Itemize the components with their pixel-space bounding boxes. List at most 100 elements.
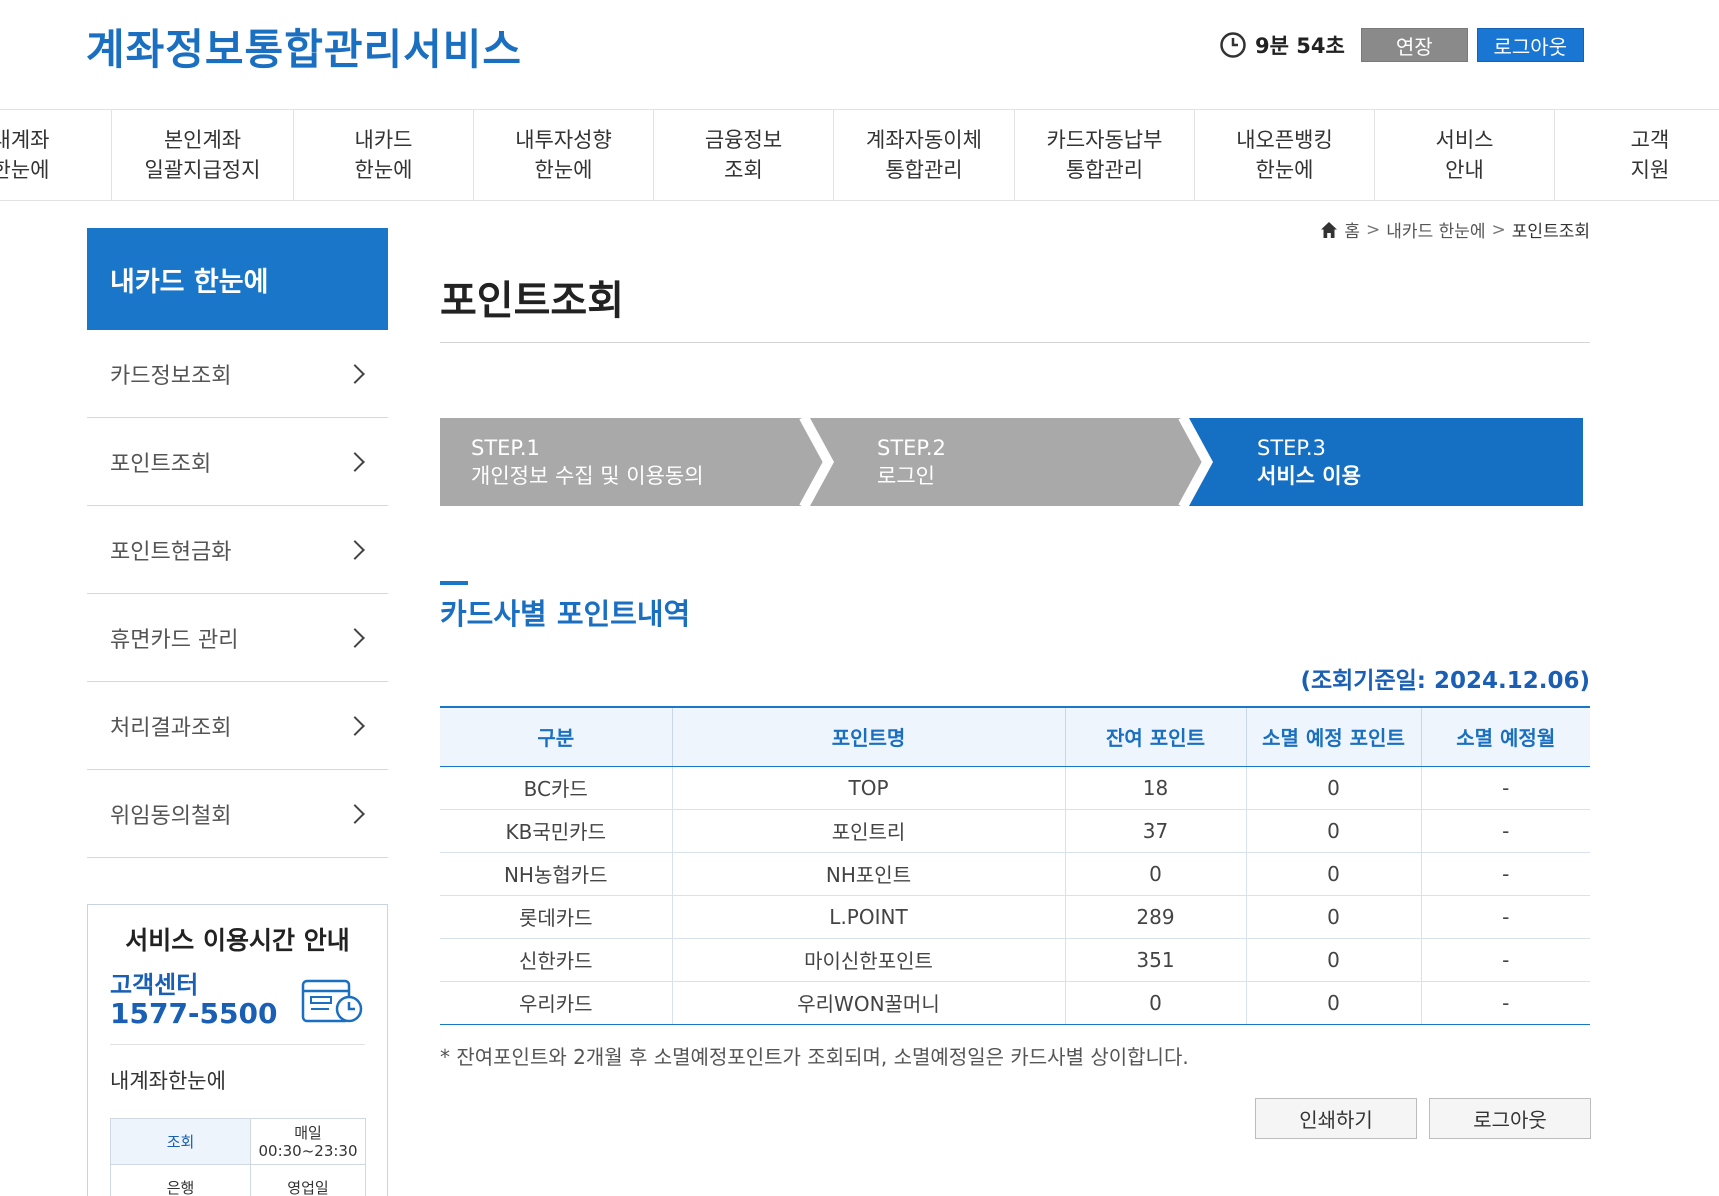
hours-value-query: 매일 00:30~23:30	[250, 1118, 366, 1165]
expiring-points: 0	[1246, 809, 1422, 853]
expiring-points: 0	[1246, 895, 1422, 939]
breadcrumb-separator: >	[1366, 219, 1381, 240]
service-hours-subtitle: 내계좌한눈에	[110, 1069, 226, 1093]
logout-button[interactable]: 로그아웃	[1476, 28, 1584, 62]
card-company: KB국민카드	[440, 809, 673, 853]
sidebar-item-label: 포인트현금화	[110, 539, 232, 565]
nav-financial-info[interactable]: 금융정보 조회	[654, 110, 834, 200]
chevron-right-icon	[345, 539, 365, 560]
sidebar-item-label: 포인트조회	[110, 451, 212, 477]
column-header: 소멸 예정월	[1421, 706, 1590, 767]
table-row: NH농협카드 NH포인트 0 0 -	[440, 852, 1590, 896]
remaining-points: 0	[1065, 981, 1247, 1025]
points-table: 구분 포인트명 잔여 포인트 소멸 예정 포인트 소멸 예정월 BC카드 TOP…	[440, 706, 1590, 1025]
sidebar-item-dormant-cards[interactable]: 휴면카드 관리	[87, 594, 388, 682]
sidebar-item-points-cash[interactable]: 포인트현금화	[87, 506, 388, 594]
point-name: 마이신한포인트	[672, 938, 1066, 982]
sidebar-item-card-info[interactable]: 카드정보조회	[87, 330, 388, 418]
logout-bottom-button[interactable]: 로그아웃	[1429, 1098, 1591, 1139]
step-3-label: 서비스 이용	[1257, 464, 1361, 488]
sidebar-item-label: 휴면카드 관리	[110, 627, 239, 653]
sidebar-title: 내카드 한눈에	[87, 228, 388, 330]
breadcrumb-current: 포인트조회	[1511, 222, 1590, 242]
step-2: STEP.2 로그인	[877, 434, 946, 490]
sidebar-menu: 카드정보조회 포인트조회 포인트현금화 휴면카드 관리 처리결과조회 위임동의철…	[87, 330, 388, 858]
expiring-points: 0	[1246, 766, 1422, 810]
nav-account-payment-stop[interactable]: 본인계좌 일괄지급정지	[112, 110, 294, 200]
column-header: 포인트명	[672, 706, 1066, 767]
step-3-shape	[1189, 418, 1583, 506]
step-2-number: STEP.2	[877, 436, 946, 460]
service-hours-title: 서비스 이용시간 안내	[125, 926, 350, 955]
remaining-points: 18	[1065, 766, 1247, 810]
card-company: BC카드	[440, 766, 673, 810]
nav-my-cards[interactable]: 내카드 한눈에	[294, 110, 474, 200]
sidebar-item-consent-withdraw[interactable]: 위임동의철회	[87, 770, 388, 858]
nav-my-accounts[interactable]: 내계좌 한눈에	[0, 110, 112, 200]
expiring-month: -	[1421, 809, 1590, 853]
breadcrumb: 홈 > 내카드 한눈에 > 포인트조회	[1320, 217, 1590, 242]
sidebar-item-label: 카드정보조회	[110, 363, 232, 389]
chevron-right-icon	[345, 451, 365, 472]
customer-center-phone[interactable]: 1577-5500	[110, 997, 277, 1030]
nav-customer-support[interactable]: 고객 지원	[1555, 110, 1719, 200]
breadcrumb-my-cards[interactable]: 내카드 한눈에	[1386, 217, 1485, 242]
table-row: BC카드 TOP 18 0 -	[440, 766, 1590, 810]
session-timer: 9분 54초	[1255, 34, 1345, 58]
page-title: 포인트조회	[440, 278, 624, 324]
extend-session-button[interactable]: 연장	[1360, 28, 1468, 62]
nav-card-auto-payment[interactable]: 카드자동납부 통합관리	[1015, 110, 1195, 200]
chevron-right-icon	[345, 803, 365, 824]
table-row: 신한카드 마이신한포인트 351 0 -	[440, 938, 1590, 982]
remaining-points: 289	[1065, 895, 1247, 939]
site-logo[interactable]: 계좌정보통합관리서비스	[86, 16, 522, 77]
nav-open-banking[interactable]: 내오픈뱅킹 한눈에	[1195, 110, 1375, 200]
expiring-points: 0	[1246, 938, 1422, 982]
service-hours-box: 서비스 이용시간 안내 고객센터 1577-5500 내계좌한눈에 조회 매일 0…	[87, 904, 388, 1196]
expiring-points: 0	[1246, 852, 1422, 896]
nav-auto-transfer[interactable]: 계좌자동이체 통합관리	[834, 110, 1015, 200]
customer-center-label: 고객센터	[110, 971, 199, 999]
step-indicator: STEP.1 개인정보 수집 및 이용동의 STEP.2 로그인 STEP.3 …	[440, 418, 1583, 506]
chevron-right-icon	[345, 363, 365, 384]
sidebar-item-points[interactable]: 포인트조회	[87, 418, 388, 506]
print-button[interactable]: 인쇄하기	[1255, 1098, 1417, 1139]
column-header: 잔여 포인트	[1065, 706, 1247, 767]
card-company: 신한카드	[440, 938, 673, 982]
hours-label-bank: 은행	[110, 1164, 251, 1196]
expiring-month: -	[1421, 766, 1590, 810]
step-3: STEP.3 서비스 이용	[1257, 434, 1361, 490]
section-title: 카드사별 포인트내역	[440, 597, 691, 631]
nav-service-info[interactable]: 서비스 안내	[1375, 110, 1555, 200]
step-1-label: 개인정보 수집 및 이용동의	[471, 464, 704, 488]
step-1-number: STEP.1	[471, 436, 540, 460]
home-icon[interactable]	[1320, 221, 1338, 239]
card-company: 롯데카드	[440, 895, 673, 939]
step-2-label: 로그인	[877, 464, 935, 488]
expiring-points: 0	[1246, 981, 1422, 1025]
hours-label-query: 조회	[110, 1118, 251, 1165]
point-name: 포인트리	[672, 809, 1066, 853]
table-footnote: * 잔여포인트와 2개월 후 소멸예정포인트가 조회되며, 소멸예정일은 카드사…	[440, 1045, 1189, 1069]
card-company: NH농협카드	[440, 852, 673, 896]
step-1: STEP.1 개인정보 수집 및 이용동의	[471, 434, 704, 490]
nav-investment-profile[interactable]: 내투자성향 한눈에	[474, 110, 654, 200]
expiring-month: -	[1421, 852, 1590, 896]
column-header: 소멸 예정 포인트	[1246, 706, 1422, 767]
remaining-points: 351	[1065, 938, 1247, 982]
chevron-right-icon	[345, 627, 365, 648]
sidebar-item-label: 위임동의철회	[110, 803, 232, 829]
breadcrumb-home[interactable]: 홈	[1344, 217, 1360, 242]
point-name: TOP	[672, 766, 1066, 810]
global-nav: 내계좌 한눈에 본인계좌 일괄지급정지 내카드 한눈에 내투자성향 한눈에 금융…	[0, 109, 1719, 201]
point-name: 우리WON꿀머니	[672, 981, 1066, 1025]
section-accent-bar	[440, 581, 468, 585]
breadcrumb-separator: >	[1491, 219, 1506, 240]
title-divider	[440, 342, 1590, 343]
chevron-right-icon	[345, 715, 365, 736]
card-company: 우리카드	[440, 981, 673, 1025]
remaining-points: 37	[1065, 809, 1247, 853]
sidebar-item-results[interactable]: 처리결과조회	[87, 682, 388, 770]
column-header: 구분	[440, 706, 673, 767]
remaining-points: 0	[1065, 852, 1247, 896]
